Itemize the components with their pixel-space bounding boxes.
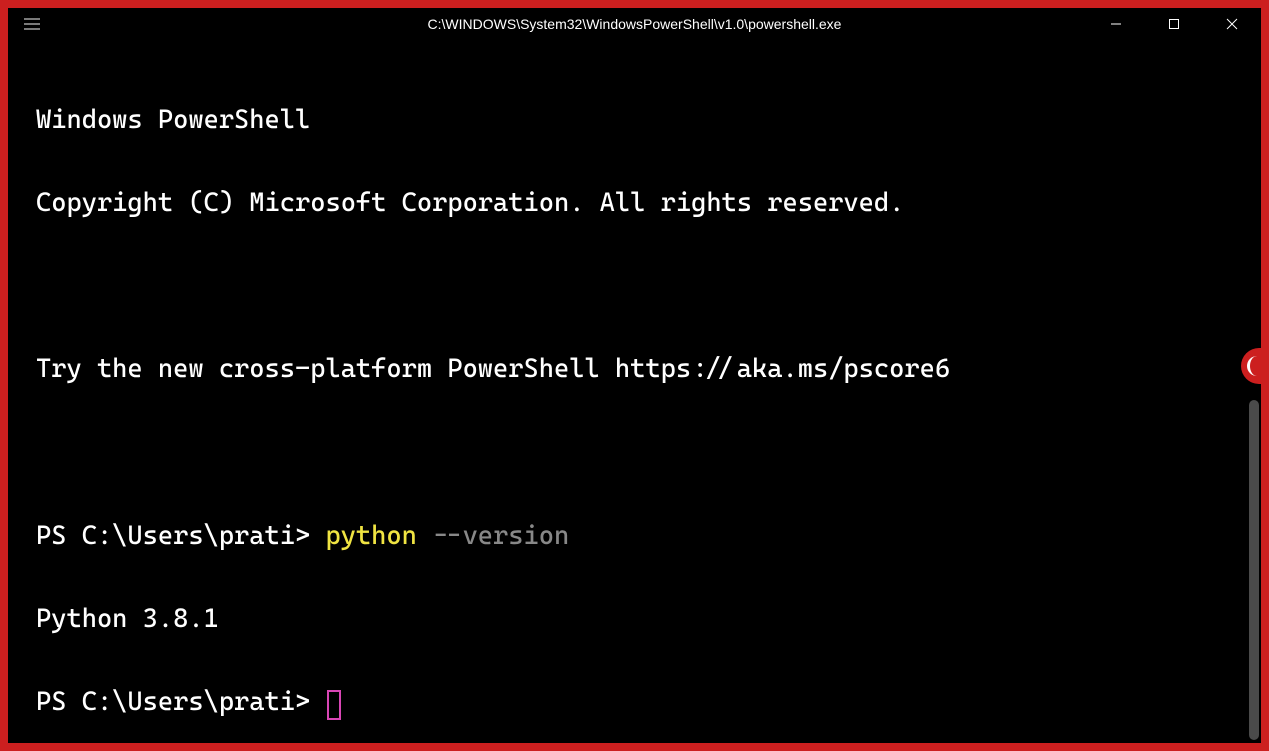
banner-line: Try the new cross-platform PowerShell ht… (36, 349, 1241, 391)
close-button[interactable] (1203, 8, 1261, 40)
hamburger-menu-icon[interactable] (8, 8, 56, 40)
blank-line (36, 432, 1241, 474)
blank-line (36, 266, 1241, 308)
window-title: C:\WINDOWS\System32\WindowsPowerShell\v1… (428, 16, 842, 32)
banner-line: Windows PowerShell (36, 100, 1241, 142)
prompt: PS C:\Users\prati> (36, 521, 325, 551)
cursor-icon (327, 690, 341, 720)
current-prompt-line: PS C:\Users\prati> (36, 682, 1241, 724)
minimize-button[interactable] (1087, 8, 1145, 40)
window-controls (1087, 8, 1261, 40)
maximize-button[interactable] (1145, 8, 1203, 40)
command-executable: python (325, 521, 416, 551)
terminal-window: C:\WINDOWS\System32\WindowsPowerShell\v1… (8, 8, 1261, 743)
command-line: PS C:\Users\prati> python --version (36, 516, 1241, 558)
side-tab-icon[interactable] (1241, 348, 1269, 384)
command-argument: --version (417, 521, 569, 551)
scrollbar[interactable] (1249, 400, 1259, 740)
terminal-output[interactable]: Windows PowerShell Copyright (C) Microso… (8, 40, 1261, 743)
titlebar[interactable]: C:\WINDOWS\System32\WindowsPowerShell\v1… (8, 8, 1261, 40)
prompt: PS C:\Users\prati> (36, 687, 325, 717)
banner-line: Copyright (C) Microsoft Corporation. All… (36, 183, 1241, 225)
output-line: Python 3.8.1 (36, 599, 1241, 641)
